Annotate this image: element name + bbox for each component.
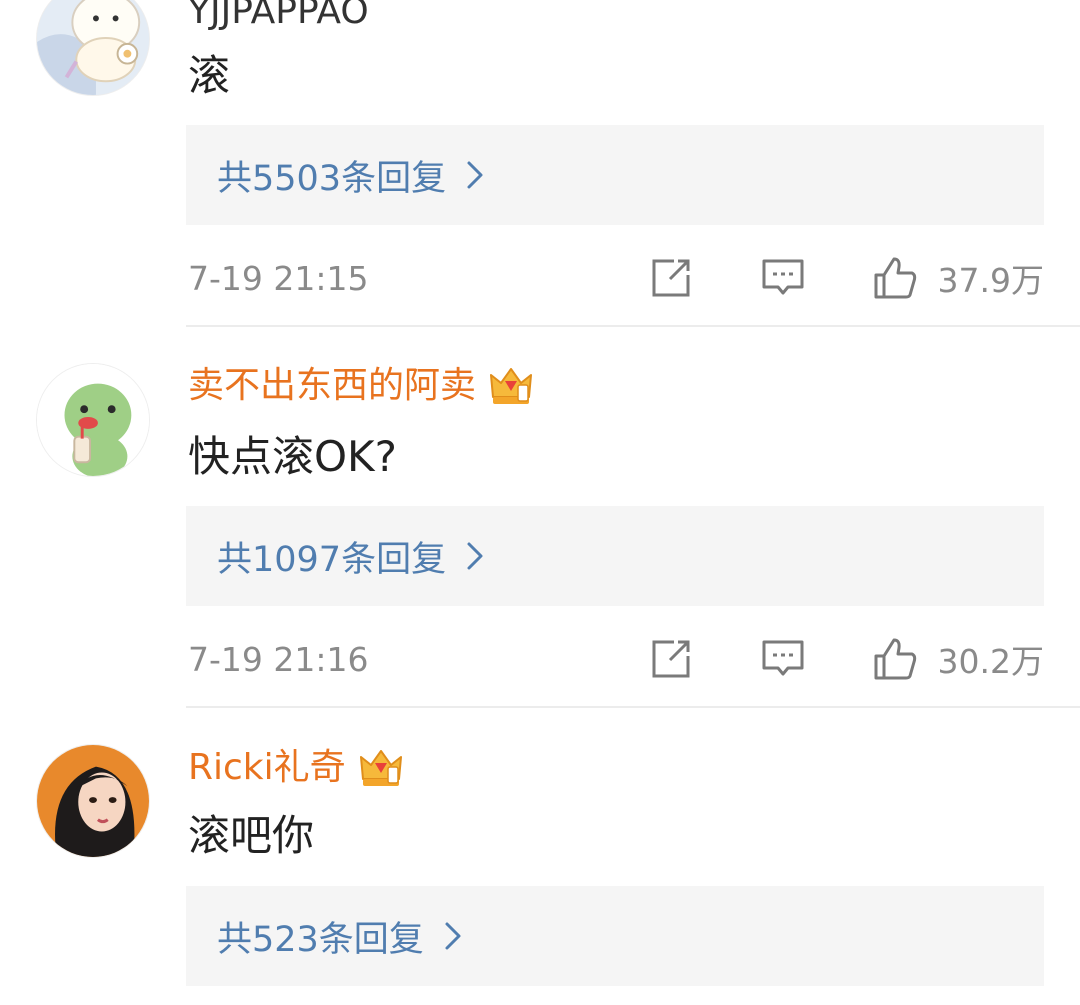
view-replies-button[interactable]: 共1097条回复 bbox=[186, 506, 1044, 606]
comment-actions: 30.2万 bbox=[648, 635, 1044, 683]
comment-meta: 7-19 21:16 30.2万 bbox=[188, 629, 1044, 689]
divider bbox=[186, 325, 1080, 327]
comment-text: 快点滚OK? bbox=[188, 432, 397, 481]
share-icon[interactable] bbox=[648, 636, 694, 682]
avatar[interactable] bbox=[36, 0, 150, 96]
username-text: YJJPAPPAO bbox=[188, 0, 369, 32]
like-button[interactable]: 37.9万 bbox=[872, 254, 1044, 302]
green-frog-avatar-icon bbox=[37, 364, 149, 476]
chevron-right-icon bbox=[466, 160, 484, 190]
cartoon-bear-avatar-icon bbox=[37, 0, 149, 95]
replies-count-label: 共523条回复 bbox=[217, 919, 424, 960]
username[interactable]: YJJPAPPAO bbox=[188, 0, 369, 34]
replies-count-label: 共5503条回复 bbox=[217, 158, 447, 199]
chevron-right-icon bbox=[466, 541, 484, 571]
divider bbox=[186, 706, 1080, 708]
avatar[interactable] bbox=[36, 363, 150, 477]
like-count: 30.2万 bbox=[937, 642, 1044, 681]
like-button[interactable]: 30.2万 bbox=[872, 635, 1044, 683]
comment-icon[interactable] bbox=[760, 255, 806, 301]
girl-portrait-avatar-icon bbox=[37, 745, 149, 857]
timestamp: 7-19 21:15 bbox=[188, 258, 369, 298]
avatar[interactable] bbox=[36, 744, 150, 858]
vip-crown-icon bbox=[358, 745, 404, 791]
chevron-right-icon bbox=[444, 921, 462, 951]
username[interactable]: 卖不出东西的阿卖 bbox=[188, 363, 534, 409]
comment-actions: 37.9万 bbox=[648, 254, 1044, 302]
comment-meta: 7-19 21:15 37.9万 bbox=[188, 248, 1044, 308]
view-replies-button[interactable]: 共5503条回复 bbox=[186, 125, 1044, 225]
thumbs-up-icon bbox=[872, 255, 918, 301]
like-count: 37.9万 bbox=[937, 261, 1044, 300]
timestamp: 7-19 21:16 bbox=[188, 639, 369, 679]
view-replies-button[interactable]: 共523条回复 bbox=[186, 886, 1044, 986]
username-text: Ricki礼奇 bbox=[188, 747, 346, 788]
comment-text: 滚 bbox=[188, 51, 231, 100]
vip-crown-icon bbox=[488, 363, 534, 409]
comment-text: 滚吧你 bbox=[188, 811, 315, 860]
thumbs-up-icon bbox=[872, 636, 918, 682]
replies-count-label: 共1097条回复 bbox=[217, 539, 447, 580]
share-icon[interactable] bbox=[648, 255, 694, 301]
username[interactable]: Ricki礼奇 bbox=[188, 745, 404, 791]
comment-icon[interactable] bbox=[760, 636, 806, 682]
username-text: 卖不出东西的阿卖 bbox=[188, 365, 477, 406]
